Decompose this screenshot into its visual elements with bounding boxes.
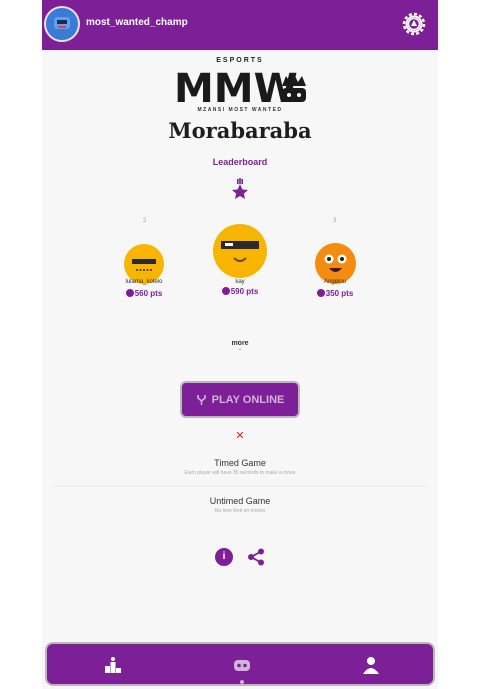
top-bar: most_wanted_champ [42, 0, 438, 50]
player-name: lulama_kotelo [125, 279, 163, 285]
untimed-game-option[interactable]: Untimed Game No time limit on moves [42, 496, 438, 514]
play-online-button[interactable]: PLAY ONLINE [180, 381, 300, 418]
rank-3-label: 3 [333, 218, 337, 224]
esports-label: ESPORTS [216, 57, 264, 64]
fork-icon [196, 394, 206, 405]
mode-description: No time limit on moves [214, 508, 266, 514]
player-points: 590 pts [200, 287, 280, 296]
trophy-star-icon [232, 178, 248, 199]
game-title: Morabaraba [168, 118, 312, 143]
robot-avatar-icon [54, 17, 70, 29]
info-icon[interactable]: i [215, 548, 233, 566]
mode-title: Untimed Game [209, 496, 271, 506]
share-icon[interactable] [247, 548, 265, 566]
player-avatar[interactable] [315, 243, 356, 284]
sunglasses-smile-face-icon [221, 241, 259, 262]
leaderboard-icon[interactable] [104, 656, 122, 674]
surprised-face-icon [324, 254, 347, 272]
points-icon [316, 289, 325, 297]
brand-tagline: MZANSI MOST WANTED [197, 107, 283, 113]
gamepad-icon[interactable] [233, 656, 251, 674]
chevron-down-icon: ⌄ [237, 346, 243, 352]
leaderboard-label[interactable]: Leaderboard [42, 157, 438, 167]
mode-title: Timed Game [214, 458, 266, 468]
player-avatar[interactable] [124, 244, 164, 284]
rank-2-label: 2 [143, 218, 147, 224]
player-avatar[interactable] [213, 224, 267, 278]
divider [52, 486, 428, 487]
player-name: kay [235, 279, 245, 285]
player-points: 560 pts [104, 289, 184, 298]
active-indicator [240, 680, 244, 684]
mode-description: Each player will have 35 seconds to make… [184, 470, 296, 476]
gear-icon[interactable] [399, 9, 429, 39]
timed-game-option[interactable]: Timed Game Each player will have 35 seco… [42, 458, 438, 476]
user-avatar[interactable] [44, 6, 80, 42]
player-name: Angelou [323, 279, 347, 285]
username[interactable]: most_wanted_champ [86, 17, 188, 28]
svg-text:MMW: MMW [174, 66, 298, 112]
sunglasses-face-icon [132, 259, 156, 271]
points-icon [125, 289, 134, 297]
profile-icon[interactable] [362, 656, 380, 674]
app-container: most_wanted_champ ESPORTS MMW MZANSI MOS… [42, 0, 438, 689]
more-button[interactable]: more ⌄ [42, 340, 438, 352]
points-icon [221, 287, 230, 295]
bottom-nav [45, 642, 435, 686]
player-points: 350 pts [295, 289, 375, 298]
close-icon[interactable]: ✕ [232, 429, 248, 442]
